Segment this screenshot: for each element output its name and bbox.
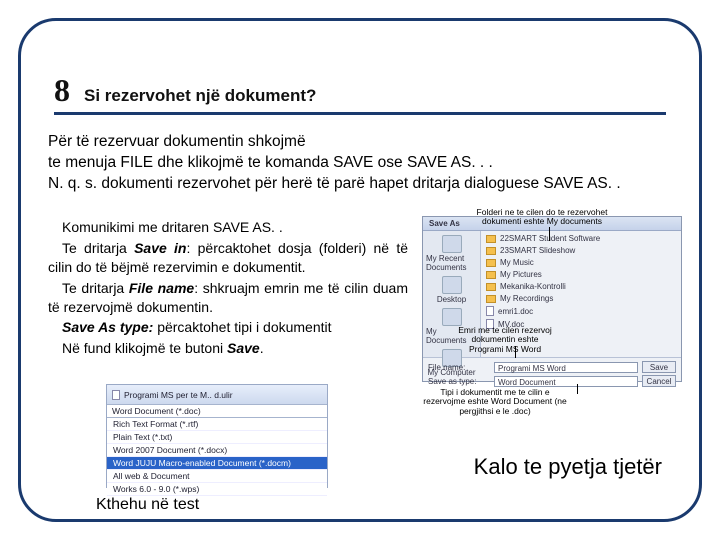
list-item[interactable]: My Pictures — [486, 270, 676, 279]
list-item[interactable]: My Music — [486, 258, 676, 267]
dropdown-item[interactable]: Works 6.0 - 9.0 (*.wps) — [107, 483, 327, 496]
type-select[interactable]: Word Document — [494, 376, 638, 387]
intro-text: Për të rezervuar dokumentin shkojmë te m… — [48, 132, 680, 195]
type-label: Save as type: — [428, 377, 490, 386]
explain-p2: Te dritarja Save in: përcaktohet dosja (… — [48, 239, 408, 277]
folder-icon — [486, 247, 496, 255]
dropdown-item[interactable]: Rich Text Format (*.rtf) — [107, 418, 327, 431]
annotation-save-in: Folderi ne te cilen do te rezervohet dok… — [472, 208, 612, 227]
sidebar-item[interactable]: My Recent Documents — [426, 235, 477, 272]
next-question-link[interactable]: Kalo te pyetja tjetër — [474, 454, 662, 480]
file-icon — [486, 306, 494, 316]
back-to-test-link[interactable]: Kthehu në test — [96, 496, 199, 514]
annotation-type: Tipi i dokumentit me te cilin e rezervoj… — [420, 388, 570, 416]
explain-p1: Komunikimi me dritaren SAVE AS. . — [48, 218, 408, 237]
heading-title: Si rezervohet një dokument? — [84, 86, 316, 106]
dropdown-item[interactable]: Word 2007 Document (*.docx) — [107, 444, 327, 457]
explain-p3: Te dritarja File name: shkruajm emrin me… — [48, 279, 408, 317]
list-item[interactable]: 23SMART Slideshow — [486, 246, 676, 255]
arrow-icon — [549, 227, 550, 241]
dropdown-header: Programi MS per te M.. d.ulir — [107, 385, 327, 405]
dropdown-item[interactable]: Plain Text (*.txt) — [107, 431, 327, 444]
sidebar-item[interactable]: Desktop — [426, 276, 477, 304]
dropdown-selected[interactable]: Word Document (*.doc) — [107, 405, 327, 418]
filename-input[interactable]: Programi MS Word — [494, 362, 638, 373]
folder-icon — [486, 295, 496, 303]
folder-icon — [486, 271, 496, 279]
folder-icon — [486, 235, 496, 243]
dropdown-item[interactable]: All web & Document — [107, 470, 327, 483]
intro-line: te menuja FILE dhe klikojmë te komanda S… — [48, 153, 680, 174]
save-button[interactable]: Save — [642, 361, 676, 373]
arrow-icon — [515, 346, 516, 358]
folder-icon — [442, 276, 462, 294]
intro-line: Për të rezervuar dokumentin shkojmë — [48, 132, 680, 153]
explanation-text: Komunikimi me dritaren SAVE AS. . Te dri… — [48, 218, 408, 360]
file-icon — [112, 390, 120, 400]
explain-p5: Në fund klikojmë te butoni Save. — [48, 339, 408, 358]
folder-icon — [442, 235, 462, 253]
arrow-icon — [577, 384, 578, 394]
folder-icon — [442, 308, 462, 326]
folder-icon — [486, 259, 496, 267]
type-dropdown: Programi MS per te M.. d.ulir Word Docum… — [106, 384, 328, 488]
cancel-button[interactable]: Cancel — [642, 375, 676, 387]
slide-heading: 8 Si rezervohet një dokument? — [54, 72, 666, 109]
list-item[interactable]: My Recordings — [486, 294, 676, 303]
dropdown-item[interactable]: Word JUJU Macro-enabled Document (*.docm… — [107, 457, 327, 470]
heading-rule — [54, 112, 666, 115]
list-item[interactable]: Mekanika-Kontrolli — [486, 282, 676, 291]
intro-line: N. q. s. dokumenti rezervohet për herë t… — [48, 174, 680, 195]
explain-p4: Save As type: përcaktohet tipi i dokumen… — [48, 318, 408, 337]
save-as-dialog: Save As My Recent Documents Desktop My D… — [422, 216, 682, 382]
dropdown-list: Rich Text Format (*.rtf) Plain Text (*.t… — [107, 418, 327, 496]
list-item[interactable]: 22SMART Student Software — [486, 234, 676, 243]
annotation-filename: Emri me te cilen rezervoj dokumentin esh… — [458, 326, 552, 354]
filename-label: File name: — [428, 363, 490, 372]
folder-icon — [486, 283, 496, 291]
heading-number: 8 — [54, 72, 70, 109]
list-item[interactable]: emri1.doc — [486, 306, 676, 316]
